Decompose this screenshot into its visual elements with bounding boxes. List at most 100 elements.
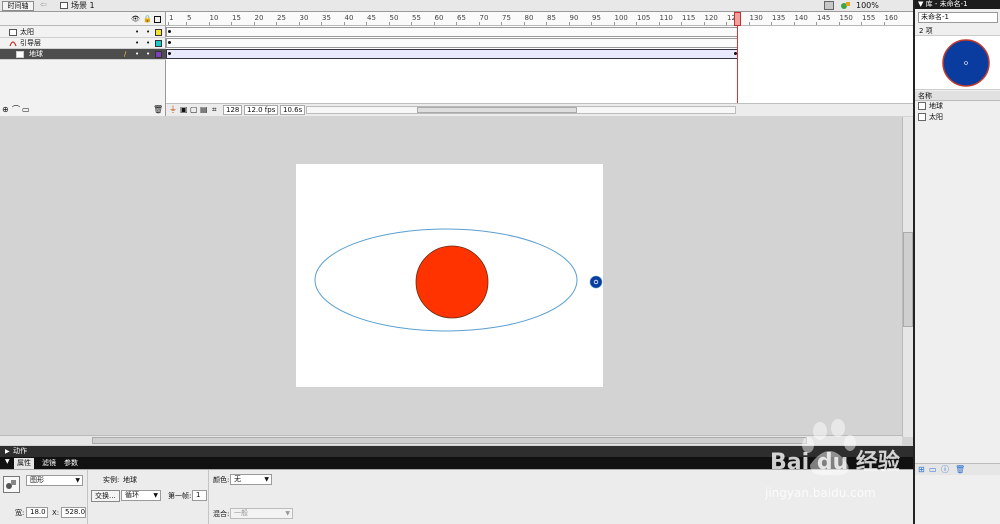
ruler-tick bbox=[523, 22, 525, 25]
library-item-sun[interactable]: 太阳 bbox=[915, 112, 1000, 122]
back-arrow-icon[interactable]: ⇦ bbox=[40, 0, 47, 9]
frame-ruler[interactable]: 1 5 10 15 20 25 30 35 40 45 50 55 60 65 70 75 80 85 90 95 10… bbox=[166, 12, 913, 26]
playhead[interactable] bbox=[737, 12, 738, 116]
actions-panel-label[interactable]: 动作 bbox=[13, 446, 27, 457]
stage-vertical-scrollbar[interactable] bbox=[902, 117, 913, 437]
edit-scene-icon[interactable] bbox=[824, 1, 834, 10]
swap-button[interactable]: 交换... bbox=[91, 490, 120, 502]
frame-row[interactable] bbox=[166, 27, 913, 38]
playhead-handle[interactable] bbox=[734, 12, 741, 26]
edit-multiple-icon[interactable]: ▤ bbox=[200, 105, 208, 115]
frame-span[interactable] bbox=[166, 27, 738, 37]
lock-dot[interactable]: • bbox=[146, 38, 150, 48]
x-input[interactable]: 528.0 bbox=[61, 507, 86, 518]
new-folder-icon[interactable]: ▭ bbox=[929, 465, 937, 475]
frame-rate[interactable]: 12.0 fps bbox=[244, 105, 279, 115]
zoom-select[interactable]: 100% bbox=[856, 0, 879, 11]
ruler-tick bbox=[366, 22, 367, 25]
insert-folder-icon[interactable]: ▭ bbox=[22, 105, 30, 115]
layer-color-swatch[interactable] bbox=[155, 51, 162, 58]
color-effect-select[interactable]: 无 ▼ bbox=[230, 474, 272, 485]
visibility-dot[interactable]: • bbox=[135, 49, 139, 59]
ruler-tick-label: 55 bbox=[412, 14, 421, 22]
trash-icon[interactable]: 🗑 bbox=[153, 105, 163, 115]
ruler-tick bbox=[838, 22, 840, 25]
library-title[interactable]: ▼ 库 - 未命名-1 bbox=[915, 0, 1000, 9]
ruler-tick bbox=[168, 22, 169, 25]
scrollbar-thumb[interactable] bbox=[417, 107, 577, 113]
new-symbol-icon[interactable]: ⊞ bbox=[918, 465, 925, 475]
keyframe[interactable] bbox=[168, 30, 171, 33]
layer-row-sun[interactable]: 太阳 • • bbox=[0, 27, 166, 38]
insert-layer-icon[interactable]: ⊕ bbox=[2, 105, 9, 115]
layer-row-guide[interactable]: 引导层 • • bbox=[0, 38, 166, 49]
onion-markers-icon[interactable]: ⌗ bbox=[212, 105, 217, 115]
pencil-icon: / bbox=[124, 50, 127, 58]
keyframe[interactable] bbox=[168, 52, 171, 55]
visibility-dot[interactable]: • bbox=[135, 38, 139, 48]
frame-row[interactable] bbox=[166, 49, 913, 60]
preview-drawing bbox=[942, 39, 990, 87]
loop-mode-select[interactable]: 循环 ▼ bbox=[121, 490, 161, 501]
expand-arrow-icon[interactable]: ▶ bbox=[5, 446, 10, 457]
layer-color-swatch[interactable] bbox=[155, 29, 162, 36]
blend-mode-select: 一般 ▼ bbox=[230, 508, 293, 519]
frame-span[interactable] bbox=[166, 49, 738, 59]
library-toolbar: ⊞ ▭ ⓘ 🗑 bbox=[915, 463, 1000, 475]
tab-properties[interactable]: 属性 bbox=[14, 458, 34, 469]
library-column-name[interactable]: 名称 bbox=[915, 91, 1000, 101]
ruler-tick bbox=[501, 22, 502, 25]
lock-dot[interactable]: • bbox=[146, 49, 150, 59]
center-frame-icon[interactable]: ⏚ bbox=[169, 105, 177, 115]
ruler-tick bbox=[343, 22, 345, 25]
frames-area[interactable]: 1 5 10 15 20 25 30 35 40 45 50 55 60 65 70 75 80 85 90 95 10… bbox=[166, 12, 913, 116]
graphic-symbol-icon bbox=[918, 113, 926, 121]
properties-icon[interactable]: ⓘ bbox=[941, 465, 949, 475]
add-guide-icon[interactable]: ⌒ bbox=[12, 105, 20, 115]
edit-symbol-icon[interactable] bbox=[840, 1, 851, 10]
tab-filters[interactable]: 滤镜 bbox=[39, 458, 59, 469]
ruler-tick-label: 45 bbox=[367, 14, 376, 22]
library-panel: ▼ 库 - 未命名-1 未命名-1 2 项 名称 地球 太阳 ⊞ ▭ ⓘ 🗑 bbox=[913, 0, 1000, 524]
symbol-type-value: 图形 bbox=[30, 476, 44, 484]
collapse-arrow-icon[interactable]: ▼ bbox=[5, 458, 10, 465]
symbol-type-select[interactable]: 图形 ▼ bbox=[26, 475, 83, 486]
ruler-tick-label: 150 bbox=[839, 14, 853, 22]
ruler-tick-label: 10 bbox=[209, 14, 219, 22]
lock-icon[interactable]: 🔒 bbox=[143, 15, 152, 23]
scrollbar-thumb[interactable] bbox=[903, 232, 913, 327]
frame-row[interactable] bbox=[166, 38, 913, 49]
ruler-tick bbox=[456, 22, 457, 25]
scrollbar-thumb[interactable] bbox=[92, 437, 807, 444]
library-document-select[interactable]: 未命名-1 bbox=[918, 12, 998, 23]
onion-skin-icon[interactable]: ▣ bbox=[180, 105, 188, 115]
library-item-earth[interactable]: 地球 bbox=[915, 101, 1000, 111]
scene-label[interactable]: 场景 1 bbox=[71, 0, 95, 11]
ruler-tick bbox=[321, 22, 322, 25]
lock-dot[interactable]: • bbox=[146, 27, 150, 37]
ruler-tick bbox=[478, 22, 480, 25]
blend-mode-value: 一般 bbox=[234, 509, 248, 517]
ruler-tick-label: 115 bbox=[682, 14, 696, 22]
layer-icon bbox=[16, 51, 24, 58]
width-input[interactable]: 18.0 bbox=[26, 507, 48, 518]
eye-icon[interactable]: 👁 bbox=[131, 15, 140, 23]
chevron-down-icon: ▼ bbox=[75, 477, 80, 484]
onion-outline-icon[interactable]: ▢ bbox=[190, 105, 198, 115]
layer-row-earth[interactable]: 地球 / • • bbox=[0, 49, 166, 60]
visibility-dot[interactable]: • bbox=[135, 27, 139, 37]
stage[interactable] bbox=[296, 164, 603, 387]
timeline-toggle-button[interactable]: 时间轴 bbox=[2, 1, 34, 11]
outline-icon[interactable] bbox=[154, 16, 161, 23]
ruler-tick bbox=[433, 22, 435, 25]
earth-circle bbox=[589, 275, 603, 289]
stage-workspace[interactable] bbox=[0, 117, 913, 445]
tab-parameters[interactable]: 参数 bbox=[61, 458, 81, 469]
frame-span[interactable] bbox=[166, 38, 738, 48]
layer-color-swatch[interactable] bbox=[155, 40, 162, 47]
first-frame-input[interactable]: 1 bbox=[192, 490, 207, 501]
ruler-tick bbox=[568, 22, 570, 25]
keyframe[interactable] bbox=[168, 41, 171, 44]
timeline-scrollbar[interactable] bbox=[306, 106, 736, 114]
delete-icon[interactable]: 🗑 bbox=[955, 465, 965, 475]
